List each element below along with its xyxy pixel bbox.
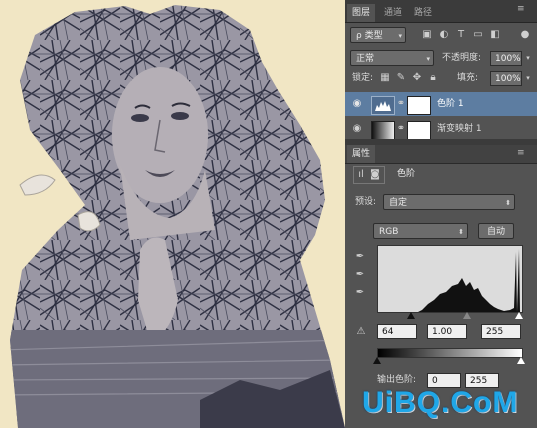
opacity-field[interactable]: 100% <box>490 51 522 66</box>
channel-dropdown[interactable]: RGB ⬍ <box>373 223 468 239</box>
gray-point-eyedropper-icon[interactable]: ✒ <box>353 268 367 282</box>
document-canvas[interactable] <box>0 0 345 428</box>
layer-row-levels[interactable]: ◉ ⚭ 色阶 1 <box>345 92 537 116</box>
preset-dropdown[interactable]: 自定 ⬍ <box>383 194 515 210</box>
panel-menu-icon[interactable]: ≡ <box>517 4 525 14</box>
layer-row-gradient-map[interactable]: ◉ ⚭ 渐变映射 1 <box>345 117 537 139</box>
lock-all-icon[interactable]: 🔒︎ <box>427 71 439 85</box>
right-panel: 图层 通道 路径 ≡ ρ 类型 ▾ ▣ ◐ T ▭ ◧ ● 正常 ▾ 不透明度: 1… <box>345 0 537 428</box>
filter-adjustment-icon[interactable]: ◐ <box>438 28 450 42</box>
fill-label: 填充: <box>457 73 479 83</box>
input-white-field[interactable]: 255 <box>481 324 521 339</box>
histogram-graph <box>378 249 522 312</box>
chevron-updown-icon: ⬍ <box>458 228 464 236</box>
white-point-eyedropper-icon[interactable]: ✒ <box>353 286 367 300</box>
layer-name[interactable]: 色阶 1 <box>437 96 464 112</box>
blend-mode-value: 正常 <box>356 54 375 64</box>
fill-chevron-icon[interactable]: ▾ <box>522 71 534 85</box>
site-watermark-logo: UiBQ.CoM <box>362 386 519 419</box>
filter-toggle-icon[interactable]: ● <box>519 28 531 42</box>
visibility-eye-icon[interactable]: ◉ <box>351 97 363 111</box>
filter-pixel-icon[interactable]: ▣ <box>421 28 433 42</box>
chevron-updown-icon: ⬍ <box>505 199 511 207</box>
panel-menu-icon[interactable]: ≡ <box>517 148 525 158</box>
filter-shape-icon[interactable]: ▭ <box>472 28 484 42</box>
tab-paths[interactable]: 路径 <box>409 4 437 22</box>
preset-label: 预设: <box>355 197 377 207</box>
levels-adjustment-icon <box>371 96 395 115</box>
input-levels-slider[interactable] <box>377 312 523 320</box>
input-gamma-field[interactable]: 1.00 <box>427 324 467 339</box>
fill-field[interactable]: 100% <box>490 71 522 86</box>
auto-button[interactable]: 自动 <box>478 223 514 239</box>
filter-smart-object-icon[interactable]: ◧ <box>489 28 501 42</box>
histogram <box>377 245 523 313</box>
tab-channels[interactable]: 通道 <box>379 4 407 22</box>
lock-image-icon[interactable]: ✎ <box>395 71 407 85</box>
lock-label: 锁定: <box>352 73 374 83</box>
output-white-handle[interactable] <box>517 357 525 364</box>
visibility-eye-icon[interactable]: ◉ <box>351 122 363 136</box>
adjustment-type-box: ıl ◙ <box>353 166 385 184</box>
lock-transparent-icon[interactable]: ▦ <box>379 71 391 85</box>
clipping-warning-icon[interactable]: ⚠ <box>353 325 369 339</box>
tab-layers[interactable]: 图层 <box>347 4 376 22</box>
artwork-image <box>0 0 345 428</box>
output-black-handle[interactable] <box>373 357 381 364</box>
lock-position-icon[interactable]: ✥ <box>411 71 423 85</box>
layer-mask-thumbnail[interactable] <box>407 121 431 139</box>
layers-tabbar: 图层 通道 路径 ≡ <box>345 0 537 23</box>
input-black-field[interactable]: 64 <box>377 324 417 339</box>
tab-properties[interactable]: 属性 <box>347 145 376 163</box>
opacity-label: 不透明度: <box>442 53 482 63</box>
chevron-down-icon: ▾ <box>398 32 402 40</box>
gradient-map-icon <box>371 121 395 139</box>
output-levels-slider[interactable] <box>373 357 525 365</box>
blend-mode-dropdown[interactable]: 正常 ▾ <box>350 50 434 66</box>
chain-link-icon[interactable]: ⚭ <box>396 122 406 136</box>
channel-value: RGB <box>379 227 399 237</box>
opacity-chevron-icon[interactable]: ▾ <box>522 51 534 65</box>
input-gamma-handle[interactable] <box>463 312 471 319</box>
input-black-handle[interactable] <box>407 312 415 319</box>
properties-tabbar: 属性 ≡ <box>345 145 537 164</box>
chain-link-icon[interactable]: ⚭ <box>396 97 406 111</box>
filter-type-icon[interactable]: T <box>455 28 467 42</box>
input-white-handle[interactable] <box>515 312 523 319</box>
levels-icon: ıl <box>358 169 364 180</box>
preset-value: 自定 <box>389 198 408 208</box>
filter-kind-label: 类型 <box>364 31 383 41</box>
layer-mask-thumbnail[interactable] <box>407 96 431 115</box>
adjustment-name: 色阶 <box>397 169 416 179</box>
chevron-down-icon: ▾ <box>426 55 430 63</box>
black-point-eyedropper-icon[interactable]: ✒ <box>353 250 367 264</box>
layer-filter-dropdown[interactable]: ρ 类型 ▾ <box>350 27 406 43</box>
layer-name[interactable]: 渐变映射 1 <box>437 121 482 137</box>
mask-icon[interactable]: ◙ <box>369 168 381 182</box>
search-icon: ρ <box>356 31 365 41</box>
